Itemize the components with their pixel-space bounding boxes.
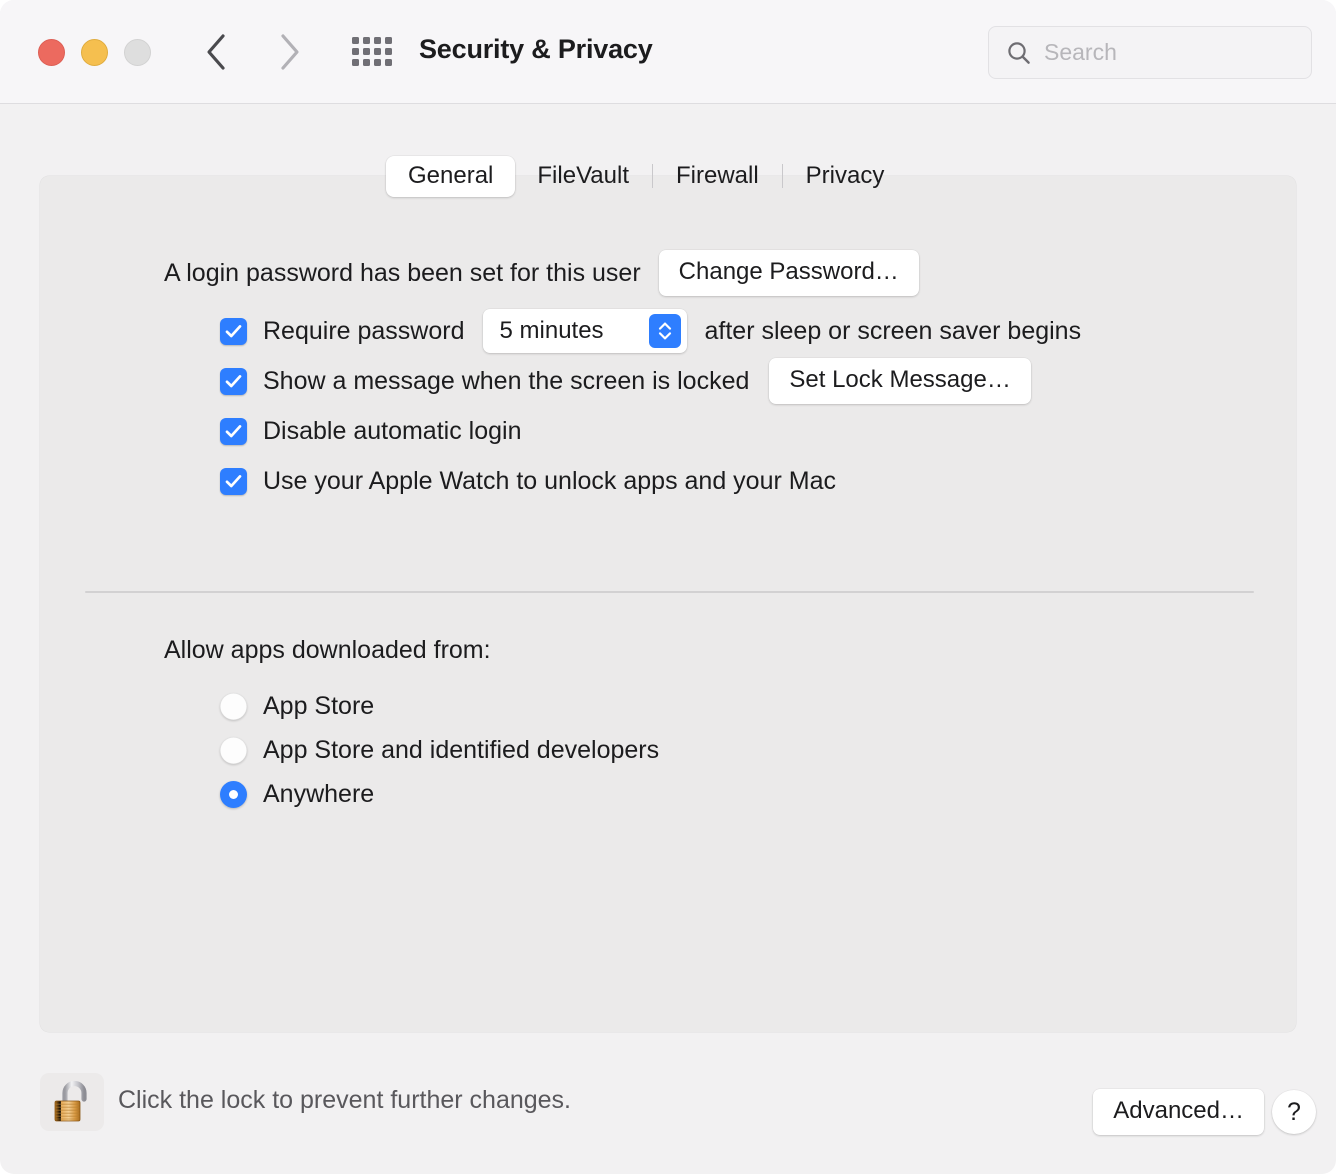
search-placeholder: Search (1044, 39, 1117, 66)
grid-dot (363, 59, 370, 66)
require-password-label: Require password (263, 317, 465, 346)
apple-watch-unlock-row: Use your Apple Watch to unlock apps and … (220, 456, 1081, 506)
require-password-checkbox[interactable] (220, 318, 247, 345)
grid-dot (363, 37, 370, 44)
grid-dot (352, 48, 359, 55)
checkmark-icon (224, 422, 243, 441)
checkmark-icon (224, 322, 243, 341)
window-title: Security & Privacy (419, 34, 653, 65)
radio-row-app-store[interactable]: App Store (220, 684, 659, 728)
grid-dot (352, 59, 359, 66)
section-divider (85, 591, 1254, 593)
radio-dot (229, 790, 238, 799)
back-button[interactable] (196, 30, 236, 74)
tab-separator (652, 164, 653, 188)
chevron-left-icon (203, 32, 229, 72)
zoom-window-button[interactable] (124, 39, 151, 66)
traffic-lights (38, 39, 151, 66)
app-store-label: App Store (263, 692, 374, 721)
require-password-delay-value: 5 minutes (500, 317, 604, 345)
login-password-status: A login password has been set for this u… (164, 259, 641, 288)
change-password-button[interactable]: Change Password… (659, 250, 919, 296)
advanced-button[interactable]: Advanced… (1093, 1089, 1264, 1135)
grid-dot (352, 37, 359, 44)
identified-developers-label: App Store and identified developers (263, 736, 659, 765)
show-lock-message-label: Show a message when the screen is locked (263, 367, 749, 396)
chevron-up-down-icon (656, 320, 674, 342)
tab-general[interactable]: General (386, 156, 515, 197)
grid-dot (385, 48, 392, 55)
show-lock-message-checkbox[interactable] (220, 368, 247, 395)
minimize-window-button[interactable] (81, 39, 108, 66)
checkmark-icon (224, 372, 243, 391)
forward-button[interactable] (270, 30, 310, 74)
show-all-grid-icon[interactable] (352, 37, 392, 66)
apple-watch-unlock-checkbox[interactable] (220, 468, 247, 495)
disable-automatic-login-label: Disable automatic login (263, 417, 521, 446)
security-privacy-window: Security & Privacy Search General FileVa… (0, 0, 1336, 1174)
identified-developers-radio[interactable] (220, 737, 247, 764)
window-toolbar: Security & Privacy Search (0, 0, 1336, 104)
unlocked-padlock-icon (50, 1079, 94, 1125)
help-button[interactable]: ? (1272, 1090, 1316, 1134)
tab-separator (782, 164, 783, 188)
radio-row-identified-developers[interactable]: App Store and identified developers (220, 728, 659, 772)
tab-filevault[interactable]: FileVault (515, 156, 651, 197)
require-password-delay-select[interactable]: 5 minutes (483, 309, 687, 353)
lock-toggle-button[interactable] (40, 1073, 104, 1131)
tab-privacy[interactable]: Privacy (784, 156, 907, 197)
grid-dot (385, 59, 392, 66)
apple-watch-unlock-label: Use your Apple Watch to unlock apps and … (263, 467, 836, 496)
tab-firewall[interactable]: Firewall (654, 156, 781, 197)
checkmark-icon (224, 472, 243, 491)
grid-dot (385, 37, 392, 44)
navigation-arrows (196, 30, 310, 74)
anywhere-radio[interactable] (220, 781, 247, 808)
lock-status-text: Click the lock to prevent further change… (118, 1086, 571, 1115)
search-icon (1006, 40, 1032, 66)
security-options-list: Require password 5 minutes after sleep o… (220, 306, 1081, 506)
chevron-right-icon (277, 32, 303, 72)
stepper-control[interactable] (649, 314, 681, 348)
require-password-suffix: after sleep or screen saver begins (705, 317, 1082, 346)
app-store-radio[interactable] (220, 693, 247, 720)
general-settings-panel: A login password has been set for this u… (40, 176, 1296, 1032)
search-field[interactable]: Search (988, 26, 1312, 79)
allow-apps-label: Allow apps downloaded from: (164, 636, 491, 665)
grid-dot (363, 48, 370, 55)
allow-apps-radio-group: App Store App Store and identified devel… (220, 684, 659, 816)
set-lock-message-button[interactable]: Set Lock Message… (769, 358, 1030, 404)
anywhere-label: Anywhere (263, 780, 374, 809)
close-window-button[interactable] (38, 39, 65, 66)
grid-dot (374, 37, 381, 44)
disable-automatic-login-checkbox[interactable] (220, 418, 247, 445)
show-lock-message-row: Show a message when the screen is locked… (220, 356, 1081, 406)
radio-row-anywhere[interactable]: Anywhere (220, 772, 659, 816)
login-password-row: A login password has been set for this u… (164, 250, 919, 296)
require-password-row: Require password 5 minutes after sleep o… (220, 306, 1081, 356)
grid-dot (374, 48, 381, 55)
grid-dot (374, 59, 381, 66)
tab-bar: General FileVault Firewall Privacy (386, 156, 906, 196)
disable-automatic-login-row: Disable automatic login (220, 406, 1081, 456)
